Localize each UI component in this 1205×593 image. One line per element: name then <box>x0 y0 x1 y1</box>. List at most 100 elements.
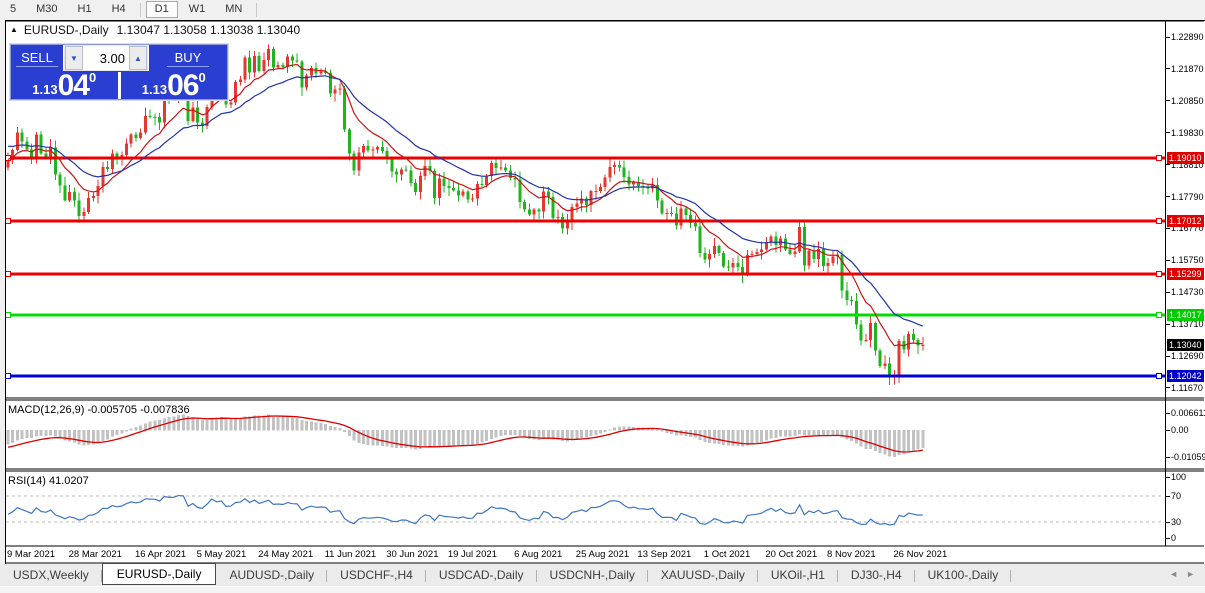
macd-tick-label: 0.006611 <box>1171 408 1205 418</box>
candle-body <box>713 246 716 254</box>
candle-body <box>869 323 872 340</box>
price-tick-mark <box>1166 387 1170 388</box>
quote-ohlc: 1.13047 1.13058 1.13038 1.13040 <box>117 23 301 37</box>
chart-tab-dj30-h4[interactable]: DJ30-,H4 <box>838 566 915 584</box>
candle-body <box>898 341 901 374</box>
candle-body <box>68 192 71 200</box>
price-tick-mark <box>1166 132 1170 133</box>
lot-decrease-button[interactable]: ▼ <box>65 46 83 70</box>
candle-body <box>831 256 834 263</box>
price-tick-mark <box>1166 356 1170 357</box>
lot-size-stepper: ▼ ▲ <box>64 45 148 71</box>
collapse-arrow-icon[interactable]: ▲ <box>10 25 18 34</box>
price-tick-mark <box>1166 196 1170 197</box>
line-handle[interactable] <box>6 374 11 379</box>
candle-body <box>921 345 924 346</box>
line-handle[interactable] <box>1157 272 1162 277</box>
lot-increase-button[interactable]: ▲ <box>129 46 147 70</box>
candle-body <box>272 49 275 67</box>
candle-body <box>381 147 384 151</box>
candle-body <box>708 254 711 259</box>
candle-body <box>258 56 261 71</box>
candle-body <box>82 212 85 216</box>
line-handle[interactable] <box>1157 156 1162 161</box>
date-axis-label: 16 Apr 2021 <box>135 549 186 560</box>
tab-scroll-arrows[interactable]: ◄► <box>1169 569 1203 579</box>
candle-body <box>599 187 602 191</box>
macd-tick-label: 0.00 <box>1171 425 1189 435</box>
current-price-badge: 1.13040 <box>1167 339 1204 351</box>
candle-body <box>680 209 683 226</box>
candle-body <box>732 263 735 267</box>
candle-body <box>670 213 673 214</box>
date-axis-label: 24 May 2021 <box>258 549 313 560</box>
lot-size-input[interactable] <box>83 46 129 70</box>
chart-tab-bar: USDX,WeeklyEURUSD-,DailyAUDUSD-,DailyUSD… <box>0 564 1205 586</box>
candle-body <box>319 72 322 74</box>
line-handle[interactable] <box>1157 374 1162 379</box>
candle-body <box>134 134 137 138</box>
candle-body <box>855 301 858 324</box>
buy-button[interactable]: BUY <box>148 45 227 71</box>
sell-button[interactable]: SELL <box>11 45 64 71</box>
chart-tab-eurusd-daily[interactable]: EURUSD-,Daily <box>102 563 217 585</box>
chart-tab-usdcnh-daily[interactable]: USDCNH-,Daily <box>537 566 648 584</box>
price-tick-label: 1.21870 <box>1171 64 1204 74</box>
sell-price-big-digits: 04 <box>58 73 89 99</box>
candle-body <box>556 217 559 218</box>
candle-body <box>438 179 441 198</box>
chart-tab-usdchf-h4[interactable]: USDCHF-,H4 <box>327 566 426 584</box>
candle-body <box>163 97 166 123</box>
price-level-badge: 1.15299 <box>1167 268 1204 280</box>
candle-body <box>125 143 128 155</box>
candle-body <box>54 147 57 174</box>
price-level-badge: 1.14017 <box>1167 309 1204 321</box>
line-handle[interactable] <box>1157 219 1162 224</box>
date-axis-label: 13 Sep 2021 <box>637 549 691 560</box>
date-axis-label: 28 Mar 2021 <box>69 549 122 560</box>
candle-body <box>481 184 484 185</box>
candle-body <box>353 153 356 170</box>
candle-body <box>457 190 460 195</box>
candle-body <box>827 263 830 266</box>
candle-body <box>575 204 578 207</box>
sell-price-display[interactable]: 1.13040 <box>11 72 118 99</box>
candle-body <box>608 167 611 178</box>
candle-body <box>239 80 242 83</box>
candle-body <box>296 60 299 61</box>
candle-body <box>111 154 114 169</box>
price-level-badge: 1.12042 <box>1167 370 1204 382</box>
sell-price-pip: 0 <box>89 72 96 85</box>
candle-body <box>850 300 853 301</box>
line-handle[interactable] <box>6 156 11 161</box>
chart-tab-xauusd-daily[interactable]: XAUUSD-,Daily <box>648 566 758 584</box>
candle-body <box>357 153 360 171</box>
date-axis-label: 26 Nov 2021 <box>893 549 947 560</box>
candle-body <box>414 183 417 192</box>
candle-body <box>604 177 607 187</box>
chart-title: ▲EURUSD-,Daily1.13047 1.13058 1.13038 1.… <box>10 23 300 37</box>
line-handle[interactable] <box>6 272 11 277</box>
buy-price-pip: 0 <box>198 72 205 85</box>
chart-tab-audusd-daily[interactable]: AUDUSD-,Daily <box>216 566 327 584</box>
rsi-tick-mark <box>1166 522 1170 523</box>
chart-tab-ukoil-h1[interactable]: UKOil-,H1 <box>758 566 838 584</box>
chart-tab-usdx-weekly[interactable]: USDX,Weekly <box>0 566 102 584</box>
candle-body <box>35 135 38 159</box>
price-tick-label: 1.12690 <box>1171 351 1204 361</box>
line-handle[interactable] <box>6 313 11 318</box>
candle-body <box>253 56 256 73</box>
chart-tab-usdcad-daily[interactable]: USDCAD-,Daily <box>426 566 537 584</box>
candle-body <box>495 163 498 168</box>
candle-body <box>499 167 502 168</box>
line-handle[interactable] <box>1157 313 1162 318</box>
candle-body <box>665 213 668 214</box>
buy-price-display[interactable]: 1.13060 <box>121 72 228 99</box>
chart-tab-uk100-daily[interactable]: UK100-,Daily <box>915 566 1012 584</box>
line-handle[interactable] <box>6 219 11 224</box>
price-tick-mark <box>1166 324 1170 325</box>
candle-body <box>419 176 422 192</box>
buy-label: BUY <box>175 50 202 65</box>
price-tick-label: 1.15750 <box>1171 255 1204 265</box>
candle-body <box>362 146 365 153</box>
